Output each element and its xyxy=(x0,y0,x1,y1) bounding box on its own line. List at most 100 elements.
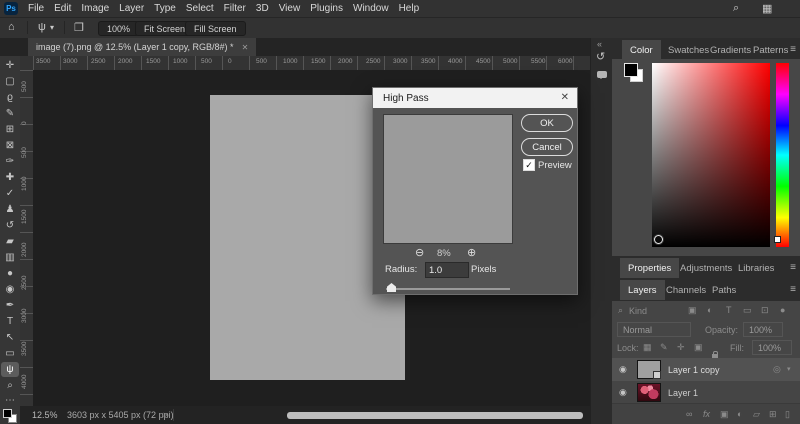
search-icon[interactable]: ⌕ xyxy=(733,2,739,15)
menu-edit[interactable]: Edit xyxy=(54,3,71,14)
hand-tool-icon[interactable]: ψ xyxy=(38,21,46,33)
filter-smart-objects-icon[interactable]: ⊡ xyxy=(761,305,769,316)
dialog-close-icon[interactable]: ✕ xyxy=(561,92,569,103)
menu-window[interactable]: Window xyxy=(353,3,389,14)
filter-shape-layers-icon[interactable]: ▭ xyxy=(743,305,752,316)
layer-thumbnail[interactable] xyxy=(637,360,661,379)
path-selection-tool[interactable]: ↖ xyxy=(1,330,19,345)
blend-mode-select[interactable]: Normal xyxy=(617,322,691,337)
chevron-down-icon[interactable]: ▾ xyxy=(50,23,54,32)
fill-select[interactable]: 100% xyxy=(752,340,792,355)
chevron-down-icon[interactable]: ▾ xyxy=(787,365,791,373)
eye-icon[interactable]: ◉ xyxy=(619,364,627,375)
menu-help[interactable]: Help xyxy=(399,3,420,14)
radius-input[interactable] xyxy=(425,262,469,278)
link-layers-icon[interactable]: ∞ xyxy=(686,409,692,419)
document-tab[interactable]: image (7).png @ 12.5% (Layer 1 copy, RGB… xyxy=(28,38,256,56)
filter-type-layers-icon[interactable]: T xyxy=(726,305,732,315)
foreground-color-swatch[interactable] xyxy=(3,409,12,418)
collapse-panels-icon[interactable]: « xyxy=(597,39,602,49)
lock-transparency-icon[interactable]: ▦ xyxy=(643,342,652,353)
tab-properties[interactable]: Properties xyxy=(620,258,679,278)
layer-thumbnail[interactable] xyxy=(637,383,661,402)
object-selection-tool[interactable]: ✎ xyxy=(1,106,19,121)
tab-paths[interactable]: Paths xyxy=(704,280,744,300)
brush-tool[interactable]: ✓ xyxy=(1,186,19,201)
crop-tool[interactable]: ⊞ xyxy=(1,122,19,137)
history-brush-tool[interactable]: ↺ xyxy=(1,218,19,233)
hue-slider-marker[interactable] xyxy=(774,236,781,243)
panel-menu-icon[interactable]: ≡ xyxy=(790,44,796,55)
foreground-color-swatch[interactable] xyxy=(624,63,638,77)
tab-color[interactable]: Color xyxy=(622,40,661,60)
tab-libraries[interactable]: Libraries xyxy=(730,258,782,278)
ok-button[interactable]: OK xyxy=(521,114,573,132)
tab-patterns[interactable]: Patterns xyxy=(745,40,796,60)
move-tool[interactable]: ✛ xyxy=(1,58,19,73)
pen-tool[interactable]: ✒ xyxy=(1,298,19,313)
close-tab-icon[interactable]: ✕ xyxy=(242,43,249,52)
photoshop-logo-icon[interactable]: Ps xyxy=(4,2,18,15)
clone-stamp-tool[interactable]: ♟ xyxy=(1,202,19,217)
menu-view[interactable]: View xyxy=(279,3,301,14)
eye-icon[interactable]: ◉ xyxy=(619,387,627,398)
layer-effects-icon[interactable]: fx xyxy=(703,409,710,419)
eraser-tool[interactable]: ▰ xyxy=(1,234,19,249)
lock-paint-icon[interactable]: ✎ xyxy=(660,342,668,353)
lock-position-icon[interactable]: ✛ xyxy=(677,342,685,353)
color-cursor[interactable] xyxy=(654,235,663,244)
menu-select[interactable]: Select xyxy=(186,3,214,14)
opacity-select[interactable]: 100% xyxy=(743,322,783,337)
home-icon[interactable]: ⌂ xyxy=(8,21,15,33)
hue-slider[interactable] xyxy=(776,63,789,247)
more-tools-icon[interactable]: ⋯ xyxy=(1,393,19,408)
search-icon[interactable]: ⌕ xyxy=(618,305,623,316)
add-mask-icon[interactable]: ▣ xyxy=(720,409,729,420)
cancel-button[interactable]: Cancel xyxy=(521,138,573,156)
history-panel-icon[interactable]: ↺ xyxy=(596,50,605,63)
menu-type[interactable]: Type xyxy=(154,3,176,14)
filter-preview-image[interactable] xyxy=(383,114,513,244)
zoom-in-icon[interactable]: ⊕ xyxy=(467,246,476,259)
zoom-out-icon[interactable]: ⊖ xyxy=(415,246,424,259)
type-tool[interactable]: T xyxy=(1,314,19,329)
new-layer-icon[interactable]: ⊞ xyxy=(769,409,777,420)
horizontal-scrollbar[interactable] xyxy=(287,412,583,419)
layer-name[interactable]: Layer 1 xyxy=(668,388,698,398)
fill-screen-button[interactable]: Fill Screen xyxy=(185,21,246,36)
saturation-brightness-field[interactable] xyxy=(652,63,770,247)
preview-checkbox[interactable]: ✓ xyxy=(523,159,535,171)
filter-pixel-layers-icon[interactable]: ▣ xyxy=(688,305,697,316)
dialog-title-bar[interactable]: High Pass ✕ xyxy=(373,88,577,108)
scroll-all-windows-icon[interactable]: ❐ xyxy=(74,21,84,34)
rectangle-tool[interactable]: ▭ xyxy=(1,346,19,361)
kind-filter-label[interactable]: Kind xyxy=(629,306,647,316)
menu-file[interactable]: File xyxy=(28,3,44,14)
status-expand-icon[interactable]: > xyxy=(163,410,168,420)
gradient-tool[interactable]: ▥ xyxy=(1,250,19,265)
workspace-switcher-icon[interactable]: ▦ xyxy=(762,2,772,15)
delete-layer-icon[interactable]: ▯ xyxy=(785,409,790,420)
menu-filter[interactable]: Filter xyxy=(224,3,246,14)
zoom-level[interactable]: 12.5% xyxy=(32,410,58,420)
radius-slider-thumb[interactable] xyxy=(387,283,396,292)
lasso-tool[interactable]: ϱ xyxy=(1,90,19,105)
layer-row-2[interactable]: ◉ Layer 1 xyxy=(612,381,800,404)
panel-menu-icon[interactable]: ≡ xyxy=(790,262,796,273)
radius-slider-track[interactable] xyxy=(386,288,510,290)
smart-filter-icon[interactable]: ◎ xyxy=(773,364,781,375)
comments-panel-icon[interactable] xyxy=(597,71,607,78)
hand-tool[interactable]: ψ xyxy=(1,362,19,377)
layer-name[interactable]: Layer 1 copy xyxy=(668,365,720,375)
menu-layer[interactable]: Layer xyxy=(119,3,144,14)
eyedropper-tool[interactable]: ✑ xyxy=(1,154,19,169)
marquee-tool[interactable]: ▢ xyxy=(1,74,19,89)
zoom-100-button[interactable]: 100% xyxy=(98,21,139,36)
spot-healing-tool[interactable]: ✚ xyxy=(1,170,19,185)
menu-3d[interactable]: 3D xyxy=(256,3,269,14)
frame-tool[interactable]: ⊠ xyxy=(1,138,19,153)
panel-menu-icon[interactable]: ≡ xyxy=(790,284,796,295)
lock-artboard-icon[interactable]: ▣ xyxy=(694,342,703,353)
adjustment-layer-icon[interactable]: ◐ xyxy=(737,409,742,419)
dodge-tool[interactable]: ◉ xyxy=(1,282,19,297)
